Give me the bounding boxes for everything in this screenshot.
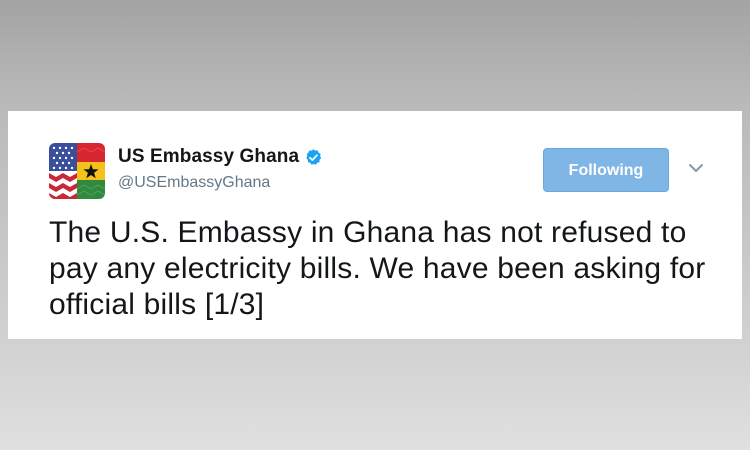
tweet-text: The U.S. Embassy in Ghana has not refuse… — [49, 216, 706, 321]
author-display-name[interactable]: US Embassy Ghana — [118, 146, 299, 168]
author-handle[interactable]: @USEmbassyGhana — [118, 174, 270, 192]
profile-avatar[interactable] — [49, 143, 105, 199]
verified-badge-icon — [304, 148, 323, 167]
us-ghana-flag-icon — [49, 143, 105, 199]
following-button[interactable]: Following — [543, 148, 669, 192]
tweet-card: US Embassy Ghana @USEmbassyGhana Followi… — [8, 111, 742, 339]
chevron-down-icon[interactable] — [687, 161, 705, 173]
author-name-row[interactable]: US Embassy Ghana — [118, 146, 323, 168]
